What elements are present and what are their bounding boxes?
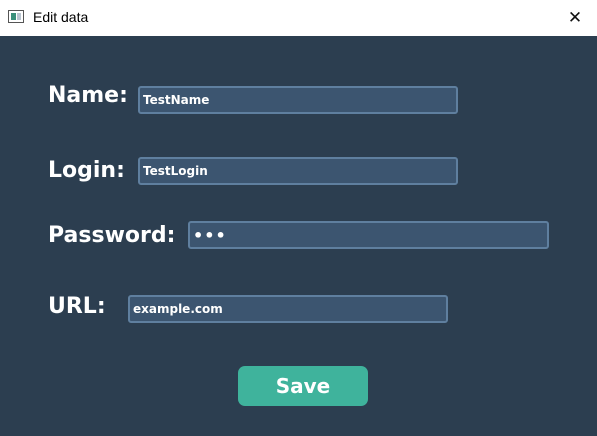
url-label: URL:	[48, 294, 106, 319]
save-button[interactable]: Save	[238, 366, 368, 406]
title-bar: Edit data ✕	[0, 0, 597, 36]
login-field[interactable]	[138, 157, 458, 185]
password-field[interactable]	[188, 221, 549, 249]
app-window-icon	[8, 10, 24, 23]
window-title: Edit data	[33, 9, 89, 25]
edit-form: Name: Login: Password: URL: Save	[0, 36, 597, 436]
url-field[interactable]	[128, 295, 448, 323]
login-label: Login:	[48, 158, 125, 183]
password-label: Password:	[48, 223, 176, 248]
close-icon[interactable]: ✕	[559, 4, 591, 32]
name-field[interactable]	[138, 86, 458, 114]
name-label: Name:	[48, 83, 128, 108]
